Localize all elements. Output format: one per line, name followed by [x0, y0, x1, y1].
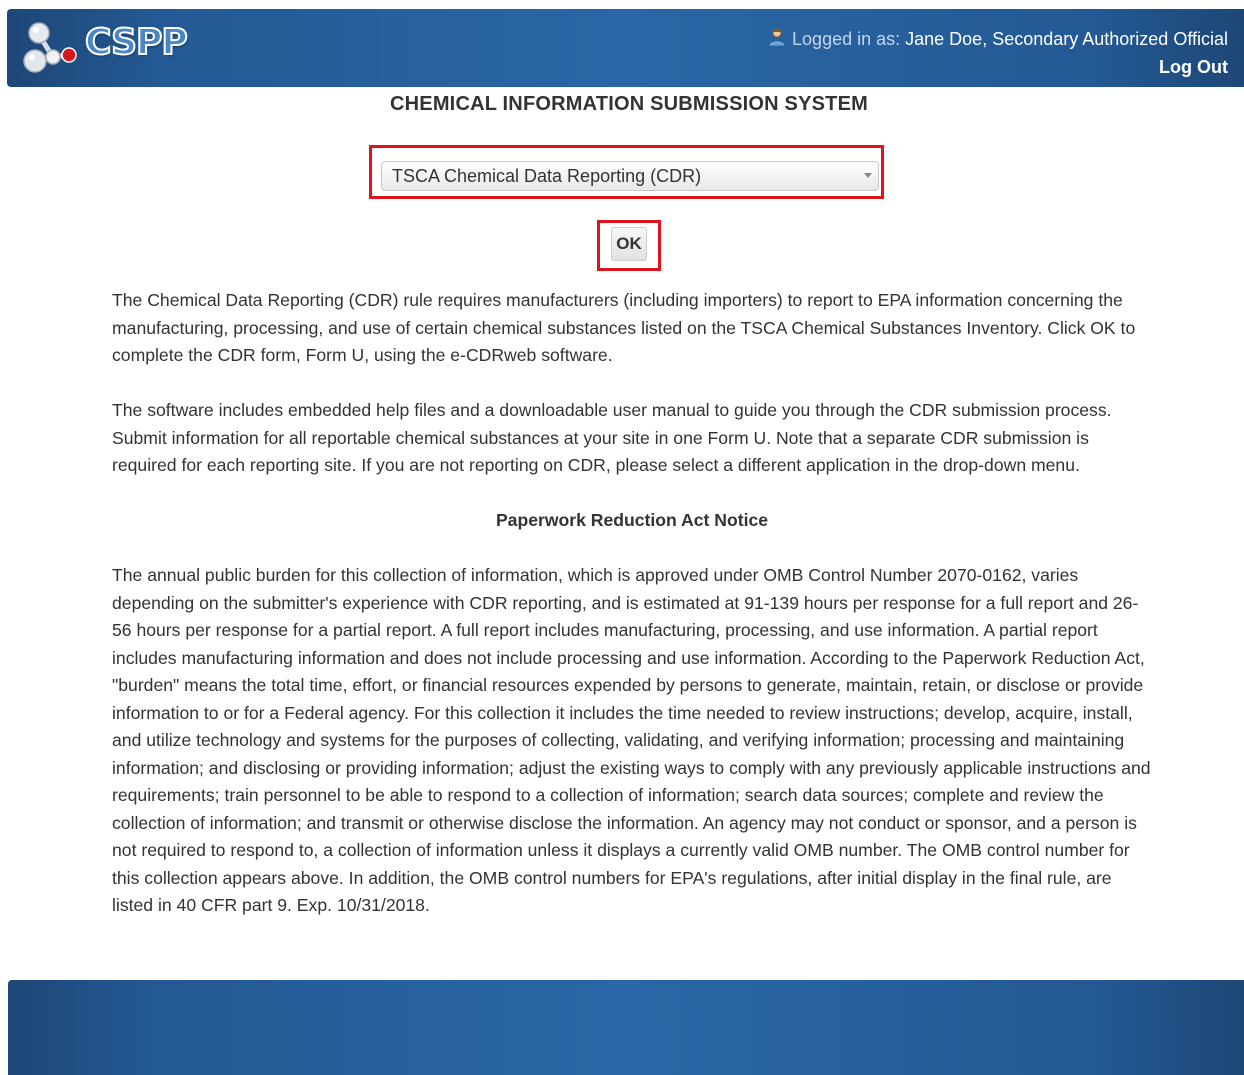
notice-text: The annual public burden for this collec… [112, 565, 1151, 915]
chevron-down-icon [864, 173, 872, 178]
header-bar: CSPP Logged in as: Jane Doe, Secondary A… [7, 9, 1244, 87]
user-icon [768, 28, 786, 46]
application-select[interactable]: TSCA Chemical Data Reporting (CDR) [381, 161, 879, 191]
user-name: Jane Doe, Secondary Authorized Official [905, 29, 1228, 49]
logged-in-line: Logged in as: Jane Doe, Secondary Author… [768, 25, 1228, 53]
ok-button[interactable]: OK [611, 227, 647, 261]
footer-bar [8, 980, 1244, 1075]
cdr-description: The Chemical Data Reporting (CDR) rule r… [112, 290, 1136, 365]
page: CSPP Logged in as: Jane Doe, Secondary A… [0, 0, 1244, 1075]
page-title: CHEMICAL INFORMATION SUBMISSION SYSTEM [390, 93, 868, 115]
logo-text: CSPP [84, 22, 189, 63]
software-description: The software includes embedded help file… [112, 400, 1112, 475]
logged-in-label: Logged in as: [792, 29, 901, 49]
application-select-value: TSCA Chemical Data Reporting (CDR) [392, 166, 702, 186]
notice-title: Paperwork Reduction Act Notice [495, 510, 769, 530]
content: The Chemical Data Reporting (CDR) rule r… [112, 287, 1152, 947]
molecule-logo-icon [23, 22, 77, 73]
cspp-logo[interactable]: CSPP [23, 19, 223, 75]
logout-link[interactable]: Log Out [1159, 57, 1228, 77]
user-info: Logged in as: Jane Doe, Secondary Author… [768, 25, 1228, 81]
